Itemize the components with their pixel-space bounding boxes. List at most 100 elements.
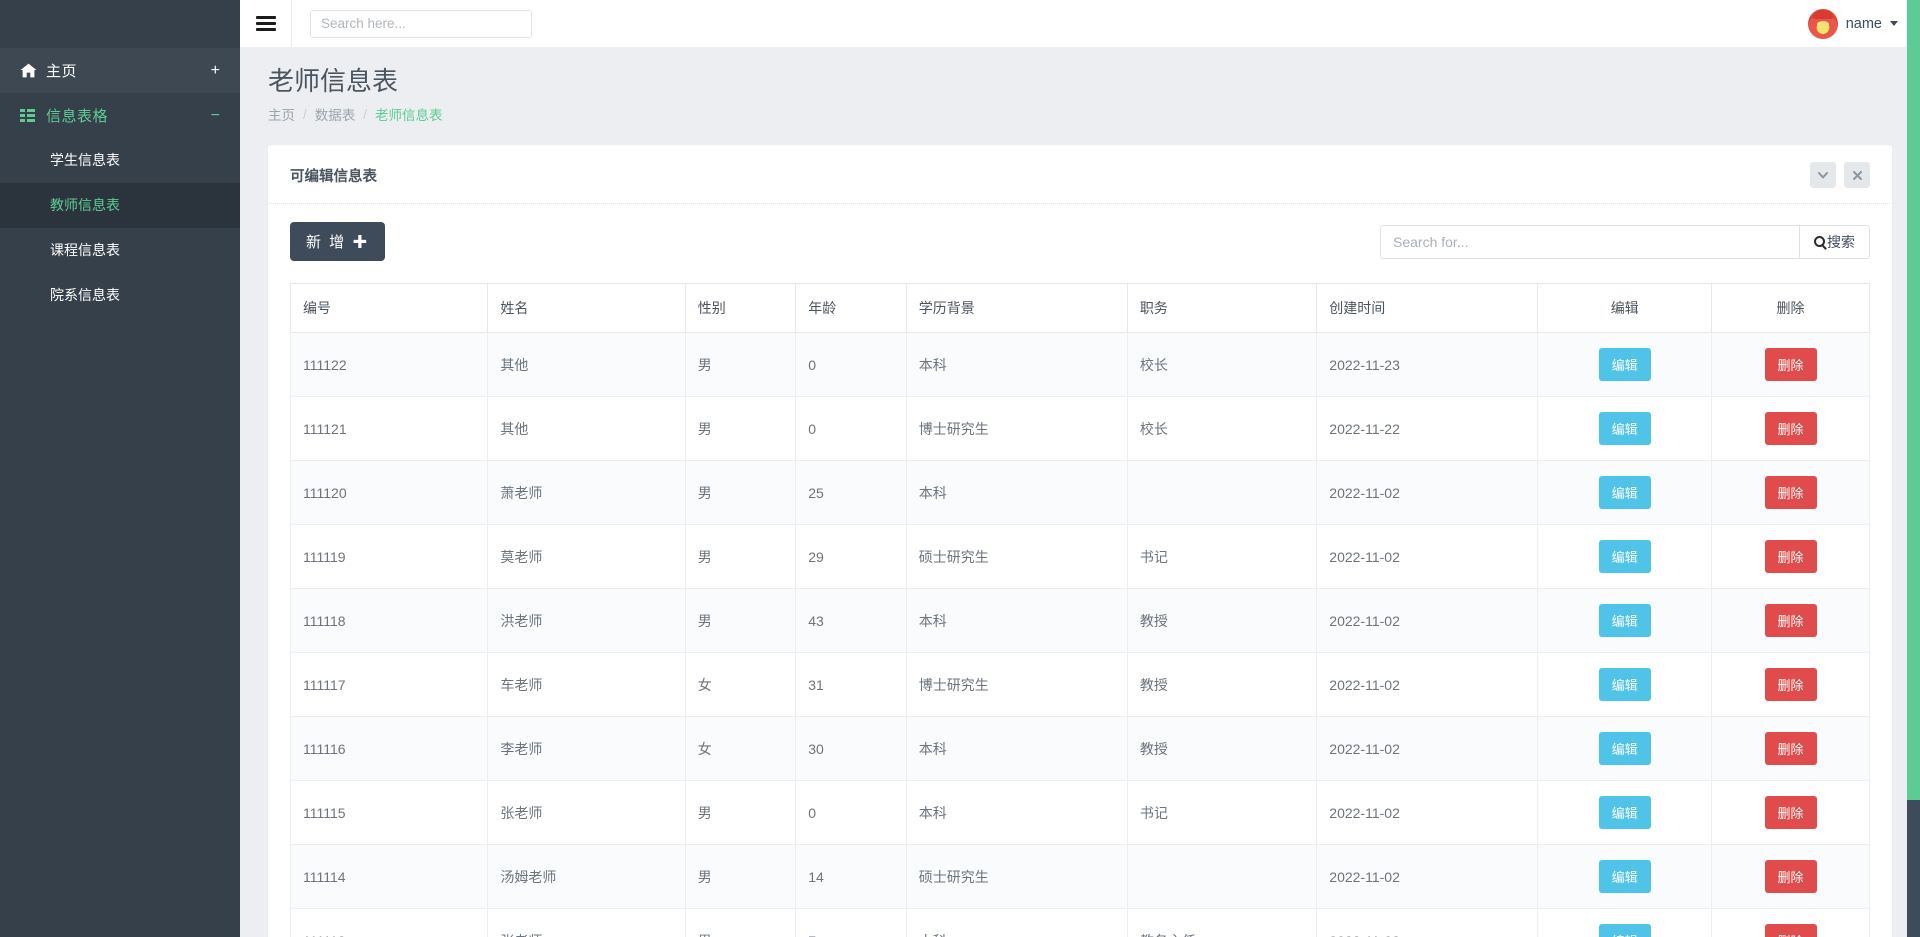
cell-created: 2022-11-02 bbox=[1316, 460, 1539, 526]
topbar-user-menu[interactable]: name bbox=[1807, 8, 1920, 39]
cell-name[interactable]: 汤姆老师 bbox=[487, 844, 686, 910]
cell-age: 30 bbox=[795, 716, 907, 782]
table-row: 111113张老师男7本科教务主任2022-11-02 编辑 删除 bbox=[289, 908, 1870, 937]
delete-button[interactable]: 删除 bbox=[1764, 604, 1817, 638]
add-new-button[interactable]: 新 增 ✚ bbox=[290, 222, 386, 262]
edit-button[interactable]: 编辑 bbox=[1598, 924, 1651, 937]
delete-button[interactable]: 删除 bbox=[1764, 668, 1817, 702]
cell-created: 2022-11-02 bbox=[1316, 780, 1539, 846]
edit-button[interactable]: 编辑 bbox=[1598, 476, 1651, 510]
cell-id[interactable]: 111117 bbox=[289, 652, 489, 718]
cell-created: 2022-11-02 bbox=[1316, 588, 1539, 654]
editable-table-card: 可编辑信息表 新 增 ✚ Search for... 搜索 编号 姓名 性别 年… bbox=[268, 145, 1892, 937]
cell-name[interactable]: 其他 bbox=[487, 332, 686, 398]
sidebar-home-expand-toggle[interactable]: + bbox=[211, 62, 220, 79]
column-header-age: 年龄 bbox=[795, 283, 907, 334]
table-toolbar: 新 增 ✚ 搜索 bbox=[290, 222, 1870, 262]
sidebar-item-department-table[interactable]: 院系信息表 bbox=[0, 273, 240, 318]
cell-id[interactable]: 111114 bbox=[289, 844, 489, 910]
breadcrumb-item-datatable[interactable]: 数据表 bbox=[315, 104, 356, 124]
delete-button[interactable]: 删除 bbox=[1764, 796, 1817, 830]
edit-button[interactable]: 编辑 bbox=[1598, 860, 1651, 894]
sidebar: 主页 + 信息表格 − 学生信息表 教师信息表 课程信息表 院系信息表 bbox=[0, 0, 240, 937]
chevron-down-icon[interactable] bbox=[1810, 162, 1836, 189]
avatar bbox=[1807, 8, 1838, 39]
cell-id[interactable]: 111121 bbox=[289, 396, 489, 462]
cell-id[interactable]: 111119 bbox=[289, 524, 489, 590]
cell-name[interactable]: 莫老师 bbox=[487, 524, 686, 590]
delete-button[interactable]: 删除 bbox=[1764, 924, 1817, 937]
cell-created: 2022-11-23 bbox=[1316, 332, 1539, 398]
cell-delete: 删除 bbox=[1711, 844, 1870, 910]
delete-button[interactable]: 删除 bbox=[1764, 412, 1817, 446]
cell-gender: 女 bbox=[684, 716, 797, 782]
sidebar-group-collapse-toggle[interactable]: − bbox=[211, 107, 220, 124]
table-row: 111121 其他男 0 博士研究生 校长 2022-11-22 编辑 删除 bbox=[289, 396, 1870, 462]
cell-gender: 男 bbox=[684, 332, 797, 398]
cell-age: 0 bbox=[795, 396, 907, 462]
hamburger-icon[interactable] bbox=[240, 0, 292, 48]
delete-button[interactable]: 删除 bbox=[1764, 732, 1817, 766]
cell-edit: 编辑 bbox=[1537, 524, 1713, 590]
breadcrumb-item-home[interactable]: 主页 bbox=[268, 104, 295, 124]
cell-edit: 编辑 bbox=[1537, 908, 1713, 937]
cell-name[interactable]: 张老师 bbox=[487, 908, 686, 937]
delete-button[interactable]: 删除 bbox=[1764, 860, 1817, 894]
edit-button[interactable]: 编辑 bbox=[1598, 348, 1651, 382]
table-search-input[interactable] bbox=[1380, 224, 1799, 259]
cell-name[interactable]: 李老师 bbox=[487, 716, 686, 782]
delete-button[interactable]: 删除 bbox=[1764, 540, 1817, 574]
cell-gender: 男 bbox=[684, 460, 797, 526]
cell-id[interactable]: 111113 bbox=[289, 908, 489, 937]
cell-age: 7 bbox=[795, 908, 907, 937]
cell-id[interactable]: 111115 bbox=[289, 780, 489, 846]
sidebar-item-course-table[interactable]: 课程信息表 bbox=[0, 228, 240, 273]
table-row: 111120 萧老师男 25 本科 2022-11-02 编辑 删除 bbox=[289, 460, 1870, 526]
edit-button[interactable]: 编辑 bbox=[1598, 796, 1651, 830]
cell-gender: 男 bbox=[684, 908, 797, 937]
edit-button[interactable]: 编辑 bbox=[1598, 540, 1651, 574]
sidebar-item-student-table[interactable]: 学生信息表 bbox=[0, 138, 240, 183]
card-body: 新 增 ✚ 搜索 bbox=[268, 204, 1892, 937]
cell-edit: 编辑 bbox=[1537, 844, 1713, 910]
cell-position: 校长 bbox=[1126, 396, 1318, 462]
cell-id[interactable]: 111116 bbox=[289, 716, 489, 782]
edit-button[interactable]: 编辑 bbox=[1598, 412, 1651, 446]
sidebar-logo-area bbox=[0, 0, 240, 48]
scrollbar-thumb[interactable] bbox=[1907, 0, 1920, 800]
user-name-label: name bbox=[1845, 15, 1882, 32]
edit-button[interactable]: 编辑 bbox=[1598, 604, 1651, 638]
cell-name[interactable]: 洪老师 bbox=[487, 588, 686, 654]
cell-name[interactable]: 张老师 bbox=[487, 780, 686, 846]
delete-button[interactable]: 删除 bbox=[1764, 348, 1817, 382]
delete-button[interactable]: 删除 bbox=[1764, 476, 1817, 510]
cell-education: 本科 bbox=[905, 716, 1128, 782]
page-scrollbar[interactable] bbox=[1907, 0, 1920, 937]
cell-name[interactable]: 萧老师 bbox=[487, 460, 686, 526]
column-header-position: 职务 bbox=[1126, 283, 1318, 334]
edit-button[interactable]: 编辑 bbox=[1598, 732, 1651, 766]
table-search-button[interactable]: 搜索 bbox=[1799, 224, 1870, 259]
cell-gender: 男 bbox=[684, 396, 797, 462]
sidebar-item-home[interactable]: 主页 + bbox=[0, 48, 240, 93]
cell-age: 43 bbox=[795, 588, 907, 654]
table-search-group: 搜索 bbox=[1380, 224, 1870, 259]
cell-age: 0 bbox=[795, 332, 907, 398]
add-new-button-label: 新 增 bbox=[306, 234, 347, 252]
cell-id[interactable]: 111120 bbox=[289, 460, 489, 526]
sidebar-item-teacher-table[interactable]: 教师信息表 bbox=[0, 183, 240, 228]
close-icon[interactable] bbox=[1844, 162, 1870, 189]
cell-name[interactable]: 其他 bbox=[487, 396, 686, 462]
page-title: 老师信息表 bbox=[268, 66, 399, 96]
table-row: 111115 张老师男 0 本科 书记 2022-11-02 编辑 删除 bbox=[289, 780, 1870, 846]
cell-edit: 编辑 bbox=[1537, 396, 1713, 462]
table-search-button-label: 搜索 bbox=[1827, 233, 1855, 250]
cell-delete: 删除 bbox=[1711, 652, 1870, 718]
edit-button[interactable]: 编辑 bbox=[1598, 668, 1651, 702]
sidebar-group-tables[interactable]: 信息表格 − bbox=[0, 93, 240, 138]
cell-name[interactable]: 车老师 bbox=[487, 652, 686, 718]
breadcrumb-separator: / bbox=[303, 106, 307, 122]
cell-id[interactable]: 111118 bbox=[289, 588, 489, 654]
search-input[interactable] bbox=[310, 9, 532, 38]
cell-id[interactable]: 111122 bbox=[289, 332, 489, 398]
